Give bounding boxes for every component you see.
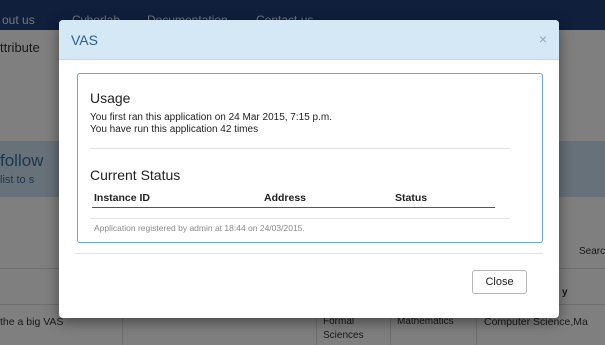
usage-panel: Usage You first ran this application on … <box>77 73 543 243</box>
modal-title: VAS <box>71 32 98 48</box>
column-header-status: Status <box>395 192 428 204</box>
close-icon[interactable]: × <box>539 32 547 46</box>
column-header-address: Address <box>264 192 307 204</box>
column-header-instance-id: Instance ID <box>94 192 151 204</box>
current-status-heading: Current Status <box>90 167 181 183</box>
section-divider <box>90 218 510 219</box>
registration-note: Application registered by admin at 18:44… <box>94 223 305 233</box>
modal-footer-divider <box>75 253 543 254</box>
modal-header: VAS × <box>59 20 559 60</box>
vas-modal: VAS × Usage You first ran this applicati… <box>59 20 559 318</box>
section-divider <box>90 148 510 149</box>
usage-heading: Usage <box>90 90 131 106</box>
run-count-text: You have run this application 42 times <box>90 124 259 135</box>
first-run-text: You first ran this application on 24 Mar… <box>90 112 332 123</box>
table-header-rule <box>92 207 495 208</box>
close-button[interactable]: Close <box>472 270 527 294</box>
